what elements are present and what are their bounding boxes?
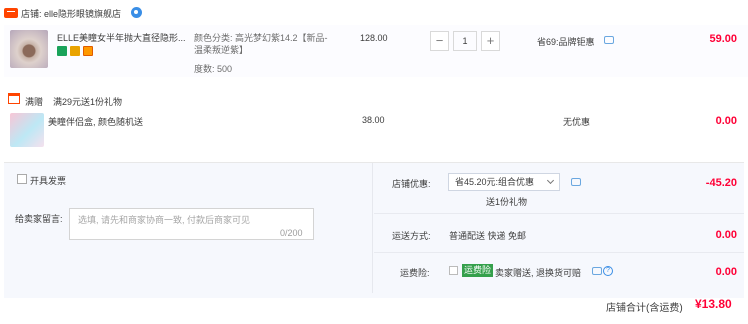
insurance-desc: 卖家赠送, 退换货可赔 — [495, 268, 582, 278]
column-divider — [372, 163, 373, 293]
product-title[interactable]: ELLE美瞳女半年抛大直径隐形... — [57, 32, 191, 44]
discount-select[interactable]: 省45.20元:组合优惠 — [448, 173, 560, 191]
card-payment-icon — [83, 46, 93, 56]
promo-detail-icon[interactable] — [604, 36, 614, 44]
unit-price: 128.00 — [360, 33, 388, 43]
service-icon — [70, 46, 80, 56]
discount-detail-icon[interactable] — [571, 178, 581, 186]
gift-rule-text: 满29元送1份礼物 — [53, 97, 123, 107]
insurance-label: 运费险: — [400, 268, 430, 278]
help-icon[interactable]: ? — [603, 266, 613, 276]
quantity-stepper: − 1 + — [430, 31, 500, 51]
quantity-decrease-button[interactable]: − — [430, 31, 449, 51]
insurance-amount: 0.00 — [715, 266, 737, 278]
wangwang-chat-icon[interactable] — [131, 7, 142, 18]
sku-color: 颜色分类: 高光梦幻紫14.2【新品-温柔叛逆紫】 — [194, 33, 328, 55]
row-divider — [374, 213, 744, 214]
item-promo: 省69:品牌钜惠 — [537, 37, 595, 47]
gift-thumbnail[interactable] — [10, 113, 44, 147]
chevron-down-icon — [546, 176, 555, 185]
message-char-count: 0/200 — [280, 228, 303, 238]
discount-amount: -45.20 — [705, 177, 737, 189]
quantity-increase-button[interactable]: + — [481, 31, 500, 51]
tmall-shop-icon — [4, 8, 18, 18]
item-subtotal: 59.00 — [709, 33, 737, 45]
gift-promo: 无优惠 — [563, 117, 591, 127]
shipping-amount: 0.00 — [715, 229, 737, 241]
shop-name-text[interactable]: elle隐形眼镜旗舰店 — [44, 9, 121, 19]
gift-title[interactable]: 美瞳伴侣盒, 颜色随机送 — [48, 115, 143, 128]
quantity-input[interactable]: 1 — [453, 31, 477, 51]
shop-total-label: 店铺合计(含运费) — [606, 303, 683, 314]
shop-label: 店铺: — [21, 9, 42, 19]
row-divider — [374, 252, 744, 253]
message-label: 给卖家留言: — [15, 214, 63, 224]
gift-subtotal: 0.00 — [715, 115, 737, 127]
invoice-label[interactable]: 开具发票 — [30, 174, 66, 187]
shop-name[interactable]: 店铺: elle隐形眼镜旗舰店 — [21, 7, 121, 20]
shipping-label: 运送方式: — [392, 231, 431, 241]
discount-selected: 省45.20元:组合优惠 — [455, 177, 535, 187]
sku-degree: 度数: 500 — [194, 64, 233, 74]
discount-note: 送1份礼物 — [486, 197, 528, 207]
shipping-method: 普通配送 快递 免邮 — [449, 231, 527, 241]
gift-badge: 满赠 — [25, 97, 44, 107]
insurance-checkbox[interactable] — [449, 266, 458, 275]
message-placeholder: 选填, 请先和商家协商一致, 付款后商家可见 — [78, 215, 251, 225]
discount-label: 店铺优惠: — [392, 179, 431, 189]
gift-rule: 满赠 满29元送1份礼物 — [25, 95, 122, 108]
product-thumbnail[interactable] — [10, 30, 48, 68]
seven-day-return-icon — [57, 46, 67, 56]
gift-price: 38.00 — [362, 115, 385, 125]
insurance-tag: 运费险 — [462, 264, 494, 277]
invoice-checkbox[interactable] — [17, 174, 27, 184]
order-confirm-panel: 店铺: elle隐形眼镜旗舰店 ELLE美瞳女半年抛大直径隐形... 颜色分类:… — [0, 0, 748, 324]
gift-icon — [8, 93, 20, 104]
insurance-chat-icon[interactable] — [592, 267, 602, 275]
shop-total-value: ¥13.80 — [695, 297, 732, 311]
